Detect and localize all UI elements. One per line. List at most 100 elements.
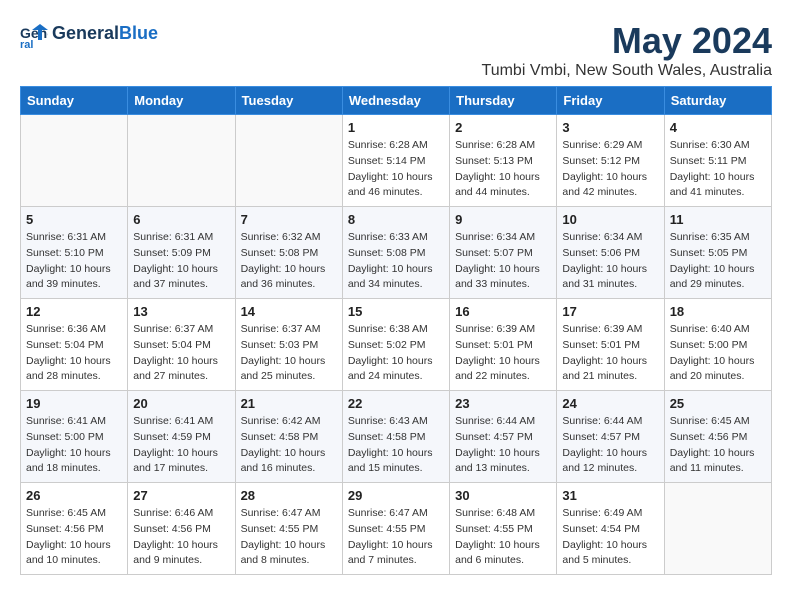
day-info: Sunrise: 6:37 AM Sunset: 5:03 PM Dayligh… (241, 322, 337, 385)
day-number: 17 (562, 304, 658, 319)
day-info: Sunrise: 6:39 AM Sunset: 5:01 PM Dayligh… (562, 322, 658, 385)
day-number: 16 (455, 304, 551, 319)
day-info: Sunrise: 6:35 AM Sunset: 5:05 PM Dayligh… (670, 230, 766, 293)
day-number: 6 (133, 212, 229, 227)
day-info: Sunrise: 6:44 AM Sunset: 4:57 PM Dayligh… (562, 414, 658, 477)
calendar-header: SundayMondayTuesdayWednesdayThursdayFrid… (21, 87, 772, 115)
day-info: Sunrise: 6:47 AM Sunset: 4:55 PM Dayligh… (348, 506, 444, 569)
day-header-tuesday: Tuesday (235, 87, 342, 115)
day-number: 3 (562, 120, 658, 135)
logo-blue: Blue (119, 23, 158, 43)
calendar-cell: 12Sunrise: 6:36 AM Sunset: 5:04 PM Dayli… (21, 299, 128, 391)
calendar-cell: 16 Sunrise: 6:39 AM Sunset: 5:01 PM Dayli… (450, 299, 557, 391)
day-number: 30 (455, 488, 551, 503)
day-number: 26 (26, 488, 122, 503)
day-info: Sunrise: 6:31 AM Sunset: 5:10 PM Dayligh… (26, 230, 122, 293)
calendar-cell: 29 Sunrise: 6:47 AM Sunset: 4:55 PM Dayli… (342, 483, 449, 575)
day-info: Sunrise: 6:41 AM Sunset: 4:59 PM Dayligh… (133, 414, 229, 477)
day-number: 11 (670, 212, 766, 227)
day-info: Sunrise: 6:36 AM Sunset: 5:04 PM Dayligh… (26, 322, 122, 385)
calendar-cell (128, 115, 235, 207)
calendar-cell: 1Sunrise: 6:28 AM Sunset: 5:14 PM Daylig… (342, 115, 449, 207)
calendar-title: May 2024 (482, 20, 772, 62)
calendar-cell: 4 Sunrise: 6:30 AM Sunset: 5:11 PM Daylig… (664, 115, 771, 207)
day-header-sunday: Sunday (21, 87, 128, 115)
calendar-cell: 24 Sunrise: 6:44 AM Sunset: 4:57 PM Dayli… (557, 391, 664, 483)
day-header-friday: Friday (557, 87, 664, 115)
week-row-3: 12Sunrise: 6:36 AM Sunset: 5:04 PM Dayli… (21, 299, 772, 391)
day-info: Sunrise: 6:48 AM Sunset: 4:55 PM Dayligh… (455, 506, 551, 569)
day-number: 24 (562, 396, 658, 411)
day-info: Sunrise: 6:32 AM Sunset: 5:08 PM Dayligh… (241, 230, 337, 293)
day-info: Sunrise: 6:30 AM Sunset: 5:11 PM Dayligh… (670, 138, 766, 201)
logo-text: GeneralBlue (52, 24, 158, 44)
day-info: Sunrise: 6:28 AM Sunset: 5:14 PM Dayligh… (348, 138, 444, 201)
calendar-cell: 19 Sunrise: 6:41 AM Sunset: 5:00 PM Dayli… (21, 391, 128, 483)
day-info: Sunrise: 6:46 AM Sunset: 4:56 PM Dayligh… (133, 506, 229, 569)
calendar-cell: 31Sunrise: 6:49 AM Sunset: 4:54 PM Dayli… (557, 483, 664, 575)
day-info: Sunrise: 6:49 AM Sunset: 4:54 PM Dayligh… (562, 506, 658, 569)
page-header: Gene ral GeneralBlue May 2024 Tumbi Vmbi… (20, 20, 772, 80)
day-info: Sunrise: 6:33 AM Sunset: 5:08 PM Dayligh… (348, 230, 444, 293)
day-info: Sunrise: 6:34 AM Sunset: 5:07 PM Dayligh… (455, 230, 551, 293)
calendar-cell: 22 Sunrise: 6:43 AM Sunset: 4:58 PM Dayli… (342, 391, 449, 483)
calendar-cell: 8Sunrise: 6:33 AM Sunset: 5:08 PM Daylig… (342, 207, 449, 299)
calendar-cell: 9 Sunrise: 6:34 AM Sunset: 5:07 PM Daylig… (450, 207, 557, 299)
calendar-cell: 30 Sunrise: 6:48 AM Sunset: 4:55 PM Dayli… (450, 483, 557, 575)
day-number: 4 (670, 120, 766, 135)
day-info: Sunrise: 6:39 AM Sunset: 5:01 PM Dayligh… (455, 322, 551, 385)
calendar-body: 1Sunrise: 6:28 AM Sunset: 5:14 PM Daylig… (21, 115, 772, 575)
day-header-wednesday: Wednesday (342, 87, 449, 115)
day-number: 29 (348, 488, 444, 503)
calendar-cell: 2Sunrise: 6:28 AM Sunset: 5:13 PM Daylig… (450, 115, 557, 207)
calendar-cell: 3Sunrise: 6:29 AM Sunset: 5:12 PM Daylig… (557, 115, 664, 207)
day-header-saturday: Saturday (664, 87, 771, 115)
calendar-cell: 27Sunrise: 6:46 AM Sunset: 4:56 PM Dayli… (128, 483, 235, 575)
day-number: 10 (562, 212, 658, 227)
calendar-cell: 23 Sunrise: 6:44 AM Sunset: 4:57 PM Dayli… (450, 391, 557, 483)
day-number: 28 (241, 488, 337, 503)
day-header-thursday: Thursday (450, 87, 557, 115)
calendar-table: SundayMondayTuesdayWednesdayThursdayFrid… (20, 86, 772, 575)
week-row-1: 1Sunrise: 6:28 AM Sunset: 5:14 PM Daylig… (21, 115, 772, 207)
calendar-cell: 5 Sunrise: 6:31 AM Sunset: 5:10 PM Daylig… (21, 207, 128, 299)
day-number: 15 (348, 304, 444, 319)
day-header-monday: Monday (128, 87, 235, 115)
calendar-cell: 13Sunrise: 6:37 AM Sunset: 5:04 PM Dayli… (128, 299, 235, 391)
calendar-cell: 17 Sunrise: 6:39 AM Sunset: 5:01 PM Dayli… (557, 299, 664, 391)
day-number: 14 (241, 304, 337, 319)
calendar-cell: 20Sunrise: 6:41 AM Sunset: 4:59 PM Dayli… (128, 391, 235, 483)
day-number: 19 (26, 396, 122, 411)
day-number: 5 (26, 212, 122, 227)
calendar-cell (664, 483, 771, 575)
calendar-cell: 10 Sunrise: 6:34 AM Sunset: 5:06 PM Dayli… (557, 207, 664, 299)
day-number: 23 (455, 396, 551, 411)
day-info: Sunrise: 6:44 AM Sunset: 4:57 PM Dayligh… (455, 414, 551, 477)
day-info: Sunrise: 6:43 AM Sunset: 4:58 PM Dayligh… (348, 414, 444, 477)
day-number: 9 (455, 212, 551, 227)
day-info: Sunrise: 6:38 AM Sunset: 5:02 PM Dayligh… (348, 322, 444, 385)
day-number: 22 (348, 396, 444, 411)
day-info: Sunrise: 6:41 AM Sunset: 5:00 PM Dayligh… (26, 414, 122, 477)
title-block: May 2024 Tumbi Vmbi, New South Wales, Au… (482, 20, 772, 80)
calendar-cell (235, 115, 342, 207)
calendar-cell (21, 115, 128, 207)
logo-icon: Gene ral (20, 20, 48, 48)
day-info: Sunrise: 6:42 AM Sunset: 4:58 PM Dayligh… (241, 414, 337, 477)
days-of-week-row: SundayMondayTuesdayWednesdayThursdayFrid… (21, 87, 772, 115)
day-info: Sunrise: 6:34 AM Sunset: 5:06 PM Dayligh… (562, 230, 658, 293)
day-info: Sunrise: 6:47 AM Sunset: 4:55 PM Dayligh… (241, 506, 337, 569)
day-info: Sunrise: 6:45 AM Sunset: 4:56 PM Dayligh… (26, 506, 122, 569)
calendar-cell: 25Sunrise: 6:45 AM Sunset: 4:56 PM Dayli… (664, 391, 771, 483)
calendar-cell: 11 Sunrise: 6:35 AM Sunset: 5:05 PM Dayli… (664, 207, 771, 299)
calendar-cell: 6Sunrise: 6:31 AM Sunset: 5:09 PM Daylig… (128, 207, 235, 299)
calendar-cell: 21Sunrise: 6:42 AM Sunset: 4:58 PM Dayli… (235, 391, 342, 483)
week-row-4: 19 Sunrise: 6:41 AM Sunset: 5:00 PM Dayli… (21, 391, 772, 483)
calendar-subtitle: Tumbi Vmbi, New South Wales, Australia (482, 62, 772, 80)
day-number: 25 (670, 396, 766, 411)
logo-general: General (52, 23, 119, 43)
week-row-5: 26 Sunrise: 6:45 AM Sunset: 4:56 PM Dayli… (21, 483, 772, 575)
day-number: 18 (670, 304, 766, 319)
day-number: 2 (455, 120, 551, 135)
calendar-cell: 14 Sunrise: 6:37 AM Sunset: 5:03 PM Dayli… (235, 299, 342, 391)
